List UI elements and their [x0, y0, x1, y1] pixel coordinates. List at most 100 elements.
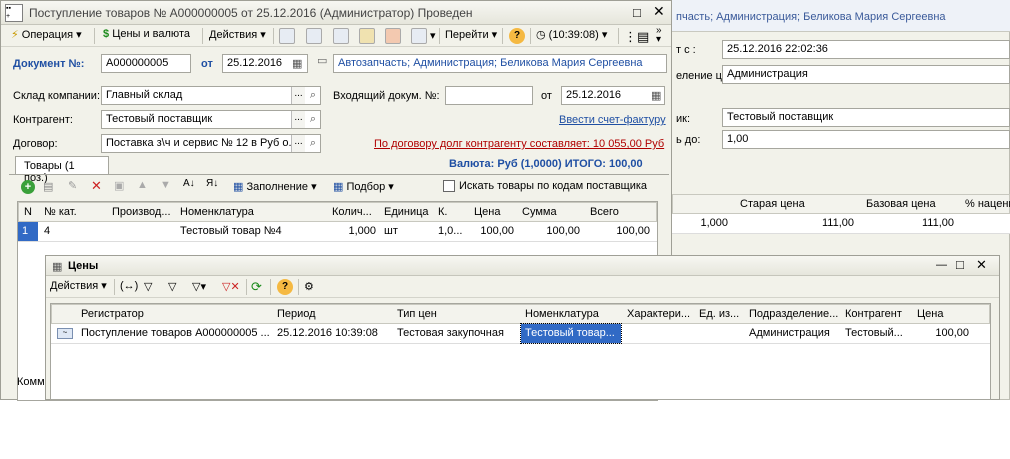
- move-up-icon[interactable]: ▲: [137, 179, 148, 191]
- prices-window: ▦ Цены — □ ✕ Действия ▾ (↔) ▽ ▽ ▽▾ ▽✕ ⟳ …: [45, 255, 1000, 400]
- debt-link[interactable]: По договору долг контрагенту составляет:…: [374, 138, 664, 150]
- calendar-icon[interactable]: ▦: [292, 57, 302, 70]
- row-period: 25.12.2016 10:39:08: [277, 327, 378, 339]
- fill-button[interactable]: ▦ Заполнение ▾: [233, 180, 317, 193]
- settings-icon[interactable]: ⚙: [304, 280, 314, 293]
- document-titlebar: ▪▪ + Поступление товаров № A000000005 от …: [1, 1, 671, 25]
- col-total: Всего: [590, 206, 619, 218]
- search-icon[interactable]: ⌕: [306, 135, 320, 152]
- goto-button[interactable]: Перейти ▾: [445, 28, 497, 41]
- search-icon[interactable]: ⌕: [306, 87, 320, 104]
- row-k: 1,0...: [438, 225, 463, 237]
- close-icon[interactable]: ✕: [976, 257, 987, 273]
- document-in-icon[interactable]: [359, 28, 375, 44]
- calendar-icon[interactable]: ▦: [651, 89, 661, 102]
- refresh-icon[interactable]: ⟳: [251, 279, 262, 295]
- doc-number-field[interactable]: A000000005: [101, 54, 191, 73]
- sort-desc-icon[interactable]: Я↓: [206, 178, 218, 189]
- col-price: Цена: [474, 206, 501, 218]
- supplier-field[interactable]: Тестовый поставщик: [722, 108, 1010, 127]
- org-select-icon[interactable]: ▭: [317, 54, 329, 73]
- operation-label: Операция: [21, 29, 74, 41]
- row-department: Администрация: [749, 327, 830, 339]
- search-by-code-label: Искать товары по кодам поставщика: [459, 180, 648, 192]
- print-button[interactable]: ▾: [411, 28, 436, 44]
- post-icon[interactable]: [279, 28, 295, 44]
- add-row-icon[interactable]: +: [21, 180, 35, 194]
- row-price-type: Тестовая закупочная: [397, 327, 504, 339]
- background-header: пчасть; Администрация; Беликова Мария Се…: [672, 0, 1010, 32]
- table-row[interactable]: ~ Поступление товаров A000000005 ... 25.…: [51, 323, 990, 344]
- background-grid-row[interactable]: 1,000 111,00 111,00: [672, 214, 1010, 234]
- warehouse-field[interactable]: Главный склад: [101, 86, 321, 105]
- col-period: Период: [277, 308, 316, 320]
- clear-filter-icon[interactable]: ▽✕: [222, 280, 240, 293]
- document-title: Поступление товаров № A000000005 от 25.1…: [29, 6, 473, 20]
- structure-icon[interactable]: ⋮▤: [624, 29, 649, 45]
- maximize-icon[interactable]: □: [633, 5, 641, 20]
- col-catalog: № кат.: [44, 206, 77, 218]
- edit-row-icon[interactable]: ✎: [68, 179, 77, 192]
- document-toolbar: ⚡ Операция ▾ $ Цены и валюта Действия ▾ …: [1, 25, 671, 47]
- toolbar-more-icon[interactable]: » ▾: [656, 26, 662, 45]
- contract-field[interactable]: Поставка з\ч и сервис № 12 в Руб о...: [101, 134, 321, 153]
- copy-row-icon[interactable]: ▤: [43, 180, 53, 193]
- select-button[interactable]: ▦ Подбор ▾: [333, 180, 394, 193]
- organization-field[interactable]: Автозапчасть; Администрация; Беликова Ма…: [333, 54, 667, 73]
- tab-goods[interactable]: Товары (1 поз.): [15, 156, 109, 184]
- counterparty-field[interactable]: Тестовый поставщик: [101, 110, 321, 129]
- clock-icon: ◷: [536, 29, 546, 41]
- prices-title: Цены: [68, 260, 99, 272]
- search-icon[interactable]: ⌕: [306, 111, 320, 128]
- refresh-icon[interactable]: [306, 28, 322, 44]
- tab-divider: [9, 174, 669, 175]
- row-counterparty: Тестовый...: [845, 327, 903, 339]
- goto-label: Перейти: [445, 29, 489, 41]
- operation-icon: ⚡: [11, 29, 19, 41]
- date-label: т с :: [676, 44, 696, 56]
- counterparty-dots-button[interactable]: ...: [291, 111, 305, 128]
- goods-toolbar: + ▤ ✎ ✕ ▣ ▲ ▼ A↓ Я↓ ▦ Заполнение ▾ ▦ Под…: [13, 178, 667, 198]
- close-icon[interactable]: ✕: [653, 3, 665, 20]
- table-row[interactable]: 1 4 Тестовый товар №4 1,000 шт 1,0... 10…: [18, 222, 657, 242]
- actions-button[interactable]: Действия ▾: [209, 28, 266, 41]
- operation-button[interactable]: ⚡ Операция ▾: [11, 28, 82, 41]
- link-icon[interactable]: (↔): [120, 280, 138, 292]
- warehouse-dots-button[interactable]: ...: [291, 87, 305, 104]
- minimize-icon[interactable]: —: [936, 259, 947, 271]
- col-nomenclature: Номенклатура: [525, 308, 599, 320]
- maximize-icon[interactable]: □: [956, 257, 964, 272]
- end-edit-icon[interactable]: ▣: [114, 179, 124, 192]
- incoming-number-field[interactable]: [445, 86, 533, 105]
- row-registrar: Поступление товаров A000000005 ...: [81, 327, 270, 339]
- toolbar-separator: [246, 279, 247, 295]
- contract-dots-button[interactable]: ...: [291, 135, 305, 152]
- copy-icon[interactable]: [333, 28, 349, 44]
- sort-asc-icon[interactable]: A↓: [183, 178, 195, 189]
- incoming-date-field[interactable]: 25.12.2016: [561, 86, 665, 105]
- filter-icon[interactable]: ▽: [144, 280, 152, 293]
- col-manufacturer: Производ...: [112, 206, 171, 218]
- search-by-code-checkbox[interactable]: [443, 180, 455, 192]
- prices-actions-button[interactable]: Действия ▾: [50, 279, 107, 292]
- date-field[interactable]: 25.12.2016 22:02:36: [722, 40, 1010, 59]
- register-icon: ▦: [52, 261, 63, 273]
- col-unit: Ед. из...: [699, 308, 740, 320]
- time-button[interactable]: ◷ (10:39:08) ▾: [536, 28, 607, 41]
- col-markup: % наценк: [965, 198, 1010, 210]
- invoice-link[interactable]: Ввести счет-фактуру: [559, 114, 666, 126]
- register-record-icon: ~: [57, 328, 73, 339]
- rate-field[interactable]: 1,00: [722, 130, 1010, 149]
- delete-row-icon[interactable]: ✕: [91, 178, 102, 194]
- toolbar-separator: [298, 279, 299, 295]
- help-icon[interactable]: ?: [509, 28, 525, 44]
- row-sum: 100,00: [546, 225, 580, 237]
- prices-currency-button[interactable]: $ Цены и валюта: [103, 28, 190, 40]
- dept-field[interactable]: Администрация: [722, 65, 1010, 84]
- filter-by-value-icon[interactable]: ▽: [168, 280, 176, 293]
- move-down-icon[interactable]: ▼: [160, 179, 171, 191]
- document-out-icon[interactable]: [385, 28, 401, 44]
- help-icon[interactable]: ?: [277, 279, 293, 295]
- filter-dropdown-icon[interactable]: ▽▾: [192, 280, 206, 293]
- print-icon: [411, 28, 427, 44]
